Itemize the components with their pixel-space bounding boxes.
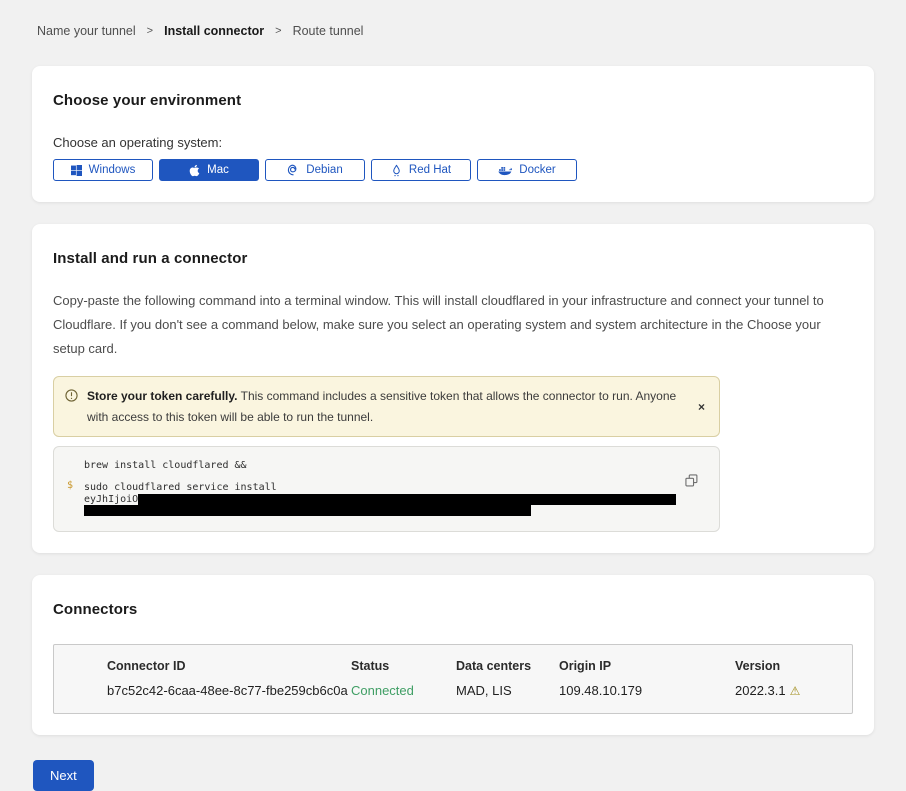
version-warning-icon: ⚠ — [790, 684, 801, 698]
os-button-label: Windows — [89, 164, 136, 176]
install-description: Copy-paste the following command into a … — [53, 289, 853, 361]
os-button-label: Debian — [306, 164, 342, 176]
connectors-card-title: Connectors — [53, 601, 853, 618]
breadcrumb-separator: > — [275, 25, 281, 37]
redhat-icon — [391, 164, 402, 177]
os-select-label: Choose an operating system: — [53, 135, 853, 150]
connector-id-value: b7c52c42-6caa-48ee-8c77-fbe259cb6c0a — [107, 683, 351, 698]
environment-card: Choose your environment Choose an operat… — [32, 66, 874, 202]
token-prefix: eyJhIjoiO — [84, 494, 138, 505]
version-number: 2022.3.1 — [735, 683, 786, 698]
next-button[interactable]: Next — [33, 760, 94, 791]
connectors-card: Connectors Connector ID Status Data cent… — [32, 575, 874, 735]
col-header-origin-ip: Origin IP — [559, 659, 735, 673]
token-warning-title: Store your token carefully. — [87, 389, 238, 403]
breadcrumb-route-tunnel[interactable]: Route tunnel — [293, 24, 364, 38]
command-line-2: sudo cloudflared service install — [84, 481, 679, 494]
table-header-row: Connector ID Status Data centers Origin … — [107, 659, 832, 673]
os-button-label: Docker — [519, 164, 555, 176]
redaction-bar — [138, 494, 676, 505]
alert-circle-icon — [65, 389, 78, 427]
debian-icon — [287, 164, 299, 176]
os-button-mac[interactable]: Mac — [159, 159, 259, 181]
os-button-redhat[interactable]: Red Hat — [371, 159, 471, 181]
breadcrumb-install-connector[interactable]: Install connector — [164, 24, 264, 38]
connectors-table: Connector ID Status Data centers Origin … — [53, 644, 853, 714]
breadcrumb-separator: > — [147, 25, 153, 37]
docker-icon — [498, 165, 512, 176]
terminal-prompt: $ — [67, 480, 73, 491]
install-card: Install and run a connector Copy-paste t… — [32, 224, 874, 553]
apple-icon — [189, 164, 200, 177]
tunnel-setup-page: Name your tunnel > Install connector > R… — [0, 0, 906, 791]
os-button-label: Mac — [207, 164, 229, 176]
token-warning-banner: Store your token carefully. This command… — [53, 376, 720, 437]
col-header-connector-id: Connector ID — [107, 659, 351, 673]
os-button-docker[interactable]: Docker — [477, 159, 577, 181]
origin-ip-value: 109.48.10.179 — [559, 683, 735, 698]
data-centers-value: MAD, LIS — [456, 683, 559, 698]
os-button-label: Red Hat — [409, 164, 451, 176]
redaction-bar — [84, 505, 531, 516]
close-icon[interactable]: × — [694, 398, 709, 416]
os-button-windows[interactable]: Windows — [53, 159, 153, 181]
token-line: eyJhIjoiO — [84, 494, 679, 505]
os-button-group: Windows Mac Debian Red Hat — [53, 159, 853, 181]
command-lines: brew install cloudflared && sudo cloudfl… — [84, 459, 679, 519]
table-row: b7c52c42-6caa-48ee-8c77-fbe259cb6c0a Con… — [107, 683, 832, 698]
col-header-status: Status — [351, 659, 456, 673]
install-card-title: Install and run a connector — [53, 250, 853, 267]
environment-card-title: Choose your environment — [53, 92, 853, 109]
breadcrumb-name-your-tunnel[interactable]: Name your tunnel — [37, 24, 136, 38]
version-value: 2022.3.1 ⚠ — [735, 683, 832, 698]
windows-icon — [71, 165, 82, 176]
terminal-command-block: $ brew install cloudflared && sudo cloud… — [53, 446, 720, 532]
col-header-data-centers: Data centers — [456, 659, 559, 673]
command-line-1: brew install cloudflared && — [84, 459, 679, 472]
breadcrumb: Name your tunnel > Install connector > R… — [37, 24, 869, 38]
copy-icon[interactable] — [685, 474, 698, 487]
token-warning-text: Store your token carefully. This command… — [87, 386, 685, 427]
status-value: Connected — [351, 683, 456, 698]
col-header-version: Version — [735, 659, 832, 673]
os-button-debian[interactable]: Debian — [265, 159, 365, 181]
